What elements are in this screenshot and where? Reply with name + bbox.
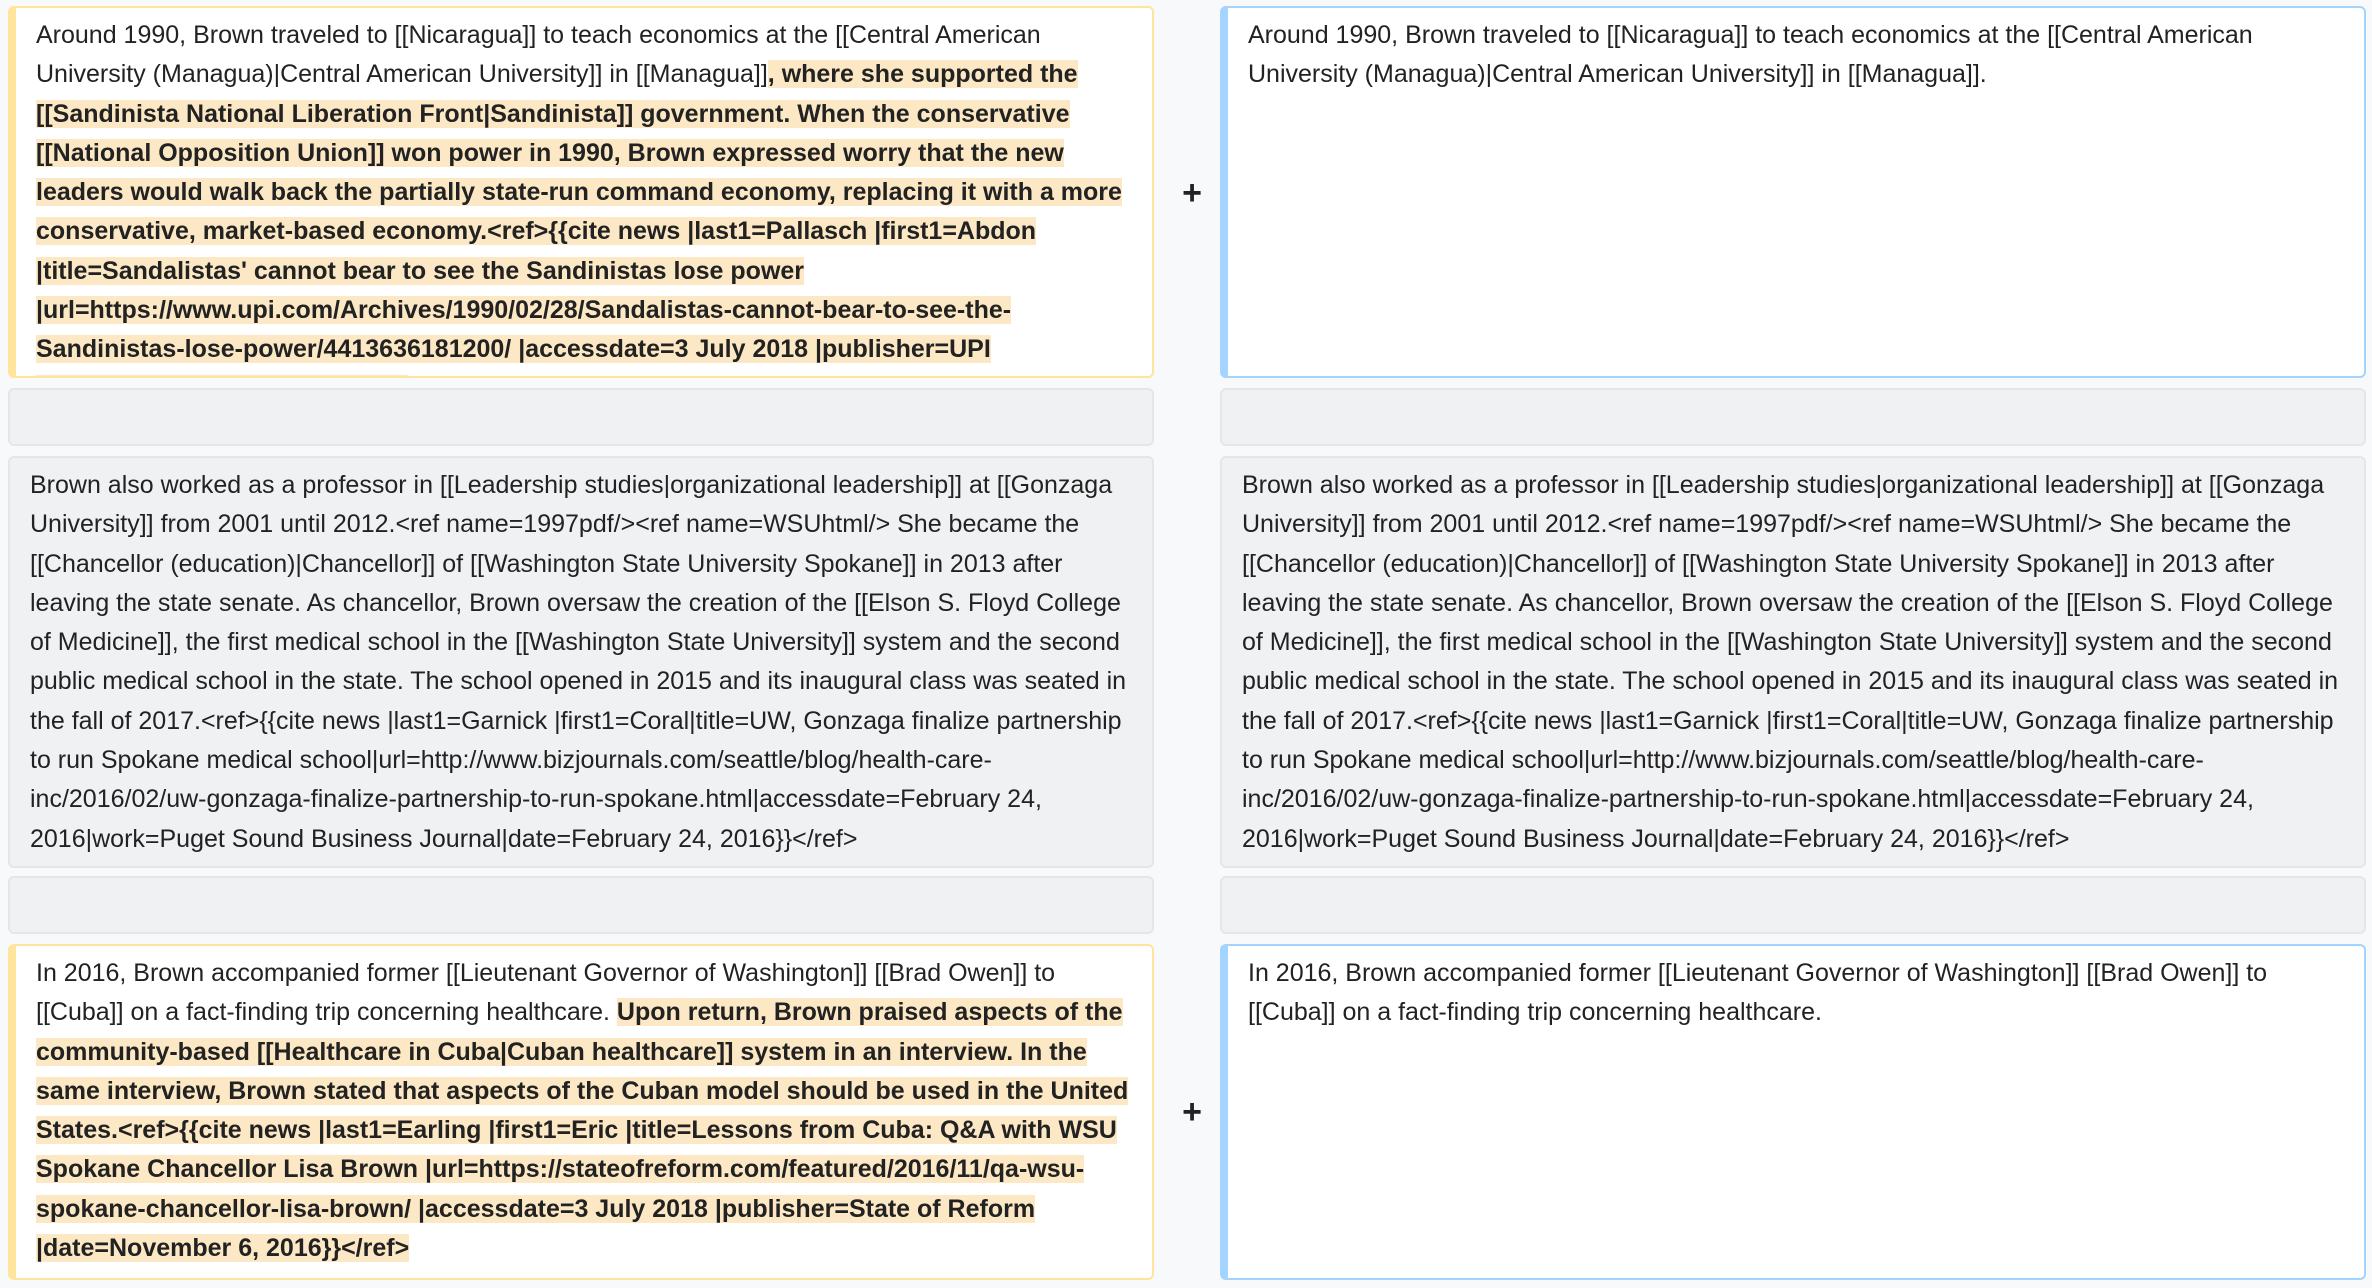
diff-context-left[interactable]: Brown also worked as a professor in [[Le… bbox=[8, 456, 1154, 868]
added-text-1: Around 1990, Brown traveled to [[Nicarag… bbox=[1248, 21, 2253, 89]
diff-spacer-right-1 bbox=[1220, 388, 2366, 446]
context-text-right: Brown also worked as a professor in [[Le… bbox=[1242, 471, 2339, 853]
diff-spacer-right-2 bbox=[1220, 876, 2366, 934]
diff-spacer-left-1 bbox=[8, 388, 1154, 446]
diff-deleted-cell-1[interactable]: Around 1990, Brown traveled to [[Nicarag… bbox=[8, 6, 1154, 378]
deleted-changed-text-2: Upon return, Brown praised aspects of th… bbox=[36, 998, 1129, 1263]
diff-view: Around 1990, Brown traveled to [[Nicarag… bbox=[0, 0, 2372, 1288]
deleted-changed-text-1: , where she supported the [[Sandinista N… bbox=[36, 60, 1122, 376]
context-text-left: Brown also worked as a professor in [[Le… bbox=[30, 471, 1127, 853]
diff-spacer-left-2 bbox=[8, 876, 1154, 934]
added-text-2: In 2016, Brown accompanied former [[Lieu… bbox=[1248, 959, 2268, 1027]
diff-marker-1: + bbox=[1182, 174, 1202, 212]
diff-context-right[interactable]: Brown also worked as a professor in [[Le… bbox=[1220, 456, 2366, 868]
diff-marker-2: + bbox=[1182, 1093, 1202, 1131]
diff-deleted-cell-2[interactable]: In 2016, Brown accompanied former [[Lieu… bbox=[8, 944, 1154, 1280]
diff-added-cell-1[interactable]: Around 1990, Brown traveled to [[Nicarag… bbox=[1220, 6, 2366, 378]
diff-added-cell-2[interactable]: In 2016, Brown accompanied former [[Lieu… bbox=[1220, 944, 2366, 1280]
